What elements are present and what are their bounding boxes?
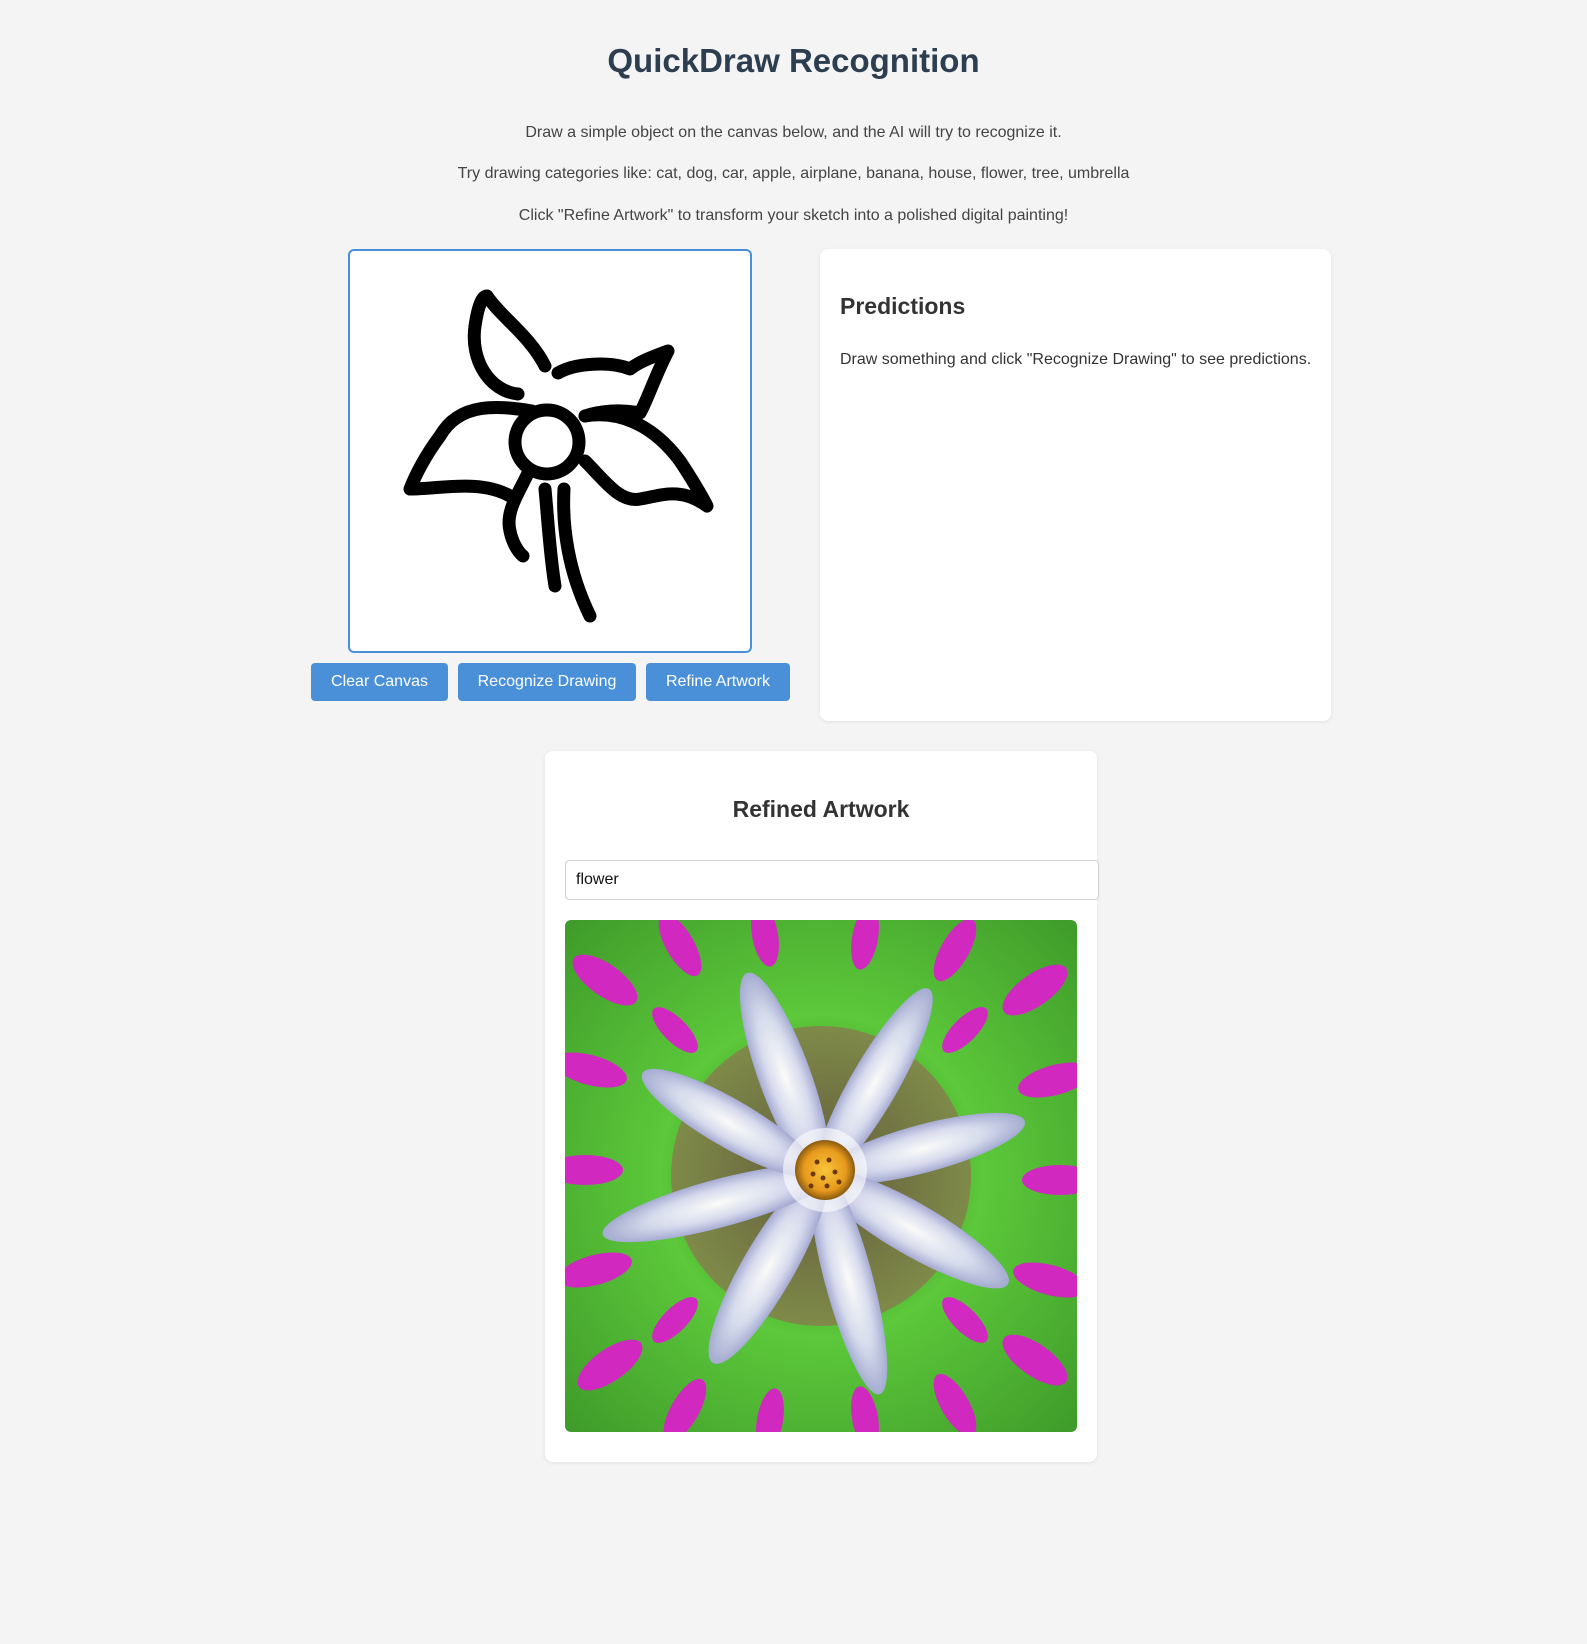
predictions-panel: Predictions Draw something and click "Re… (820, 249, 1331, 721)
instruction-text: Draw a simple object on the canvas below… (525, 124, 1062, 141)
predictions-title: Predictions (840, 293, 966, 319)
clear-canvas-button[interactable]: Clear Canvas (311, 663, 448, 701)
refine-artwork-button[interactable]: Refine Artwork (646, 663, 790, 701)
flower-painting (565, 920, 1077, 1432)
page-title: QuickDraw Recognition (607, 42, 980, 79)
predictions-placeholder: Draw something and click "Recognize Draw… (840, 351, 1312, 368)
refined-artwork-panel: Refined Artwork (545, 751, 1099, 1462)
refined-artwork-title: Refined Artwork (732, 796, 910, 822)
drawing-canvas[interactable] (348, 249, 752, 653)
refine-hint-text: Click "Refine Artwork" to transform your… (518, 207, 1069, 224)
prompt-input[interactable] (565, 860, 1099, 900)
refined-artwork-image (565, 920, 1077, 1432)
page: QuickDraw Recognition Draw a simple obje… (0, 0, 1587, 1644)
categories-text: Try drawing categories like: cat, dog, c… (457, 165, 1130, 182)
flower-sketch (403, 289, 714, 623)
recognize-drawing-button[interactable]: Recognize Drawing (458, 663, 636, 701)
